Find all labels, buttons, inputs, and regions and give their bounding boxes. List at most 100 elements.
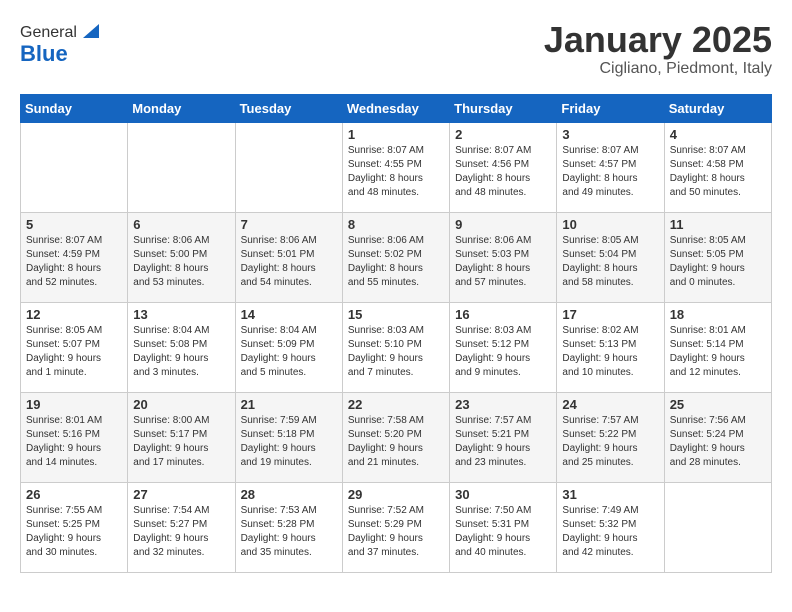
day-info: Sunrise: 8:03 AM Sunset: 5:10 PM Dayligh… — [348, 324, 444, 380]
day-info: Sunrise: 8:07 AM Sunset: 4:58 PM Dayligh… — [670, 144, 766, 200]
header-sunday: Sunday — [21, 94, 128, 122]
day-number: 16 — [455, 307, 551, 322]
calendar-cell: 6 Sunrise: 8:06 AM Sunset: 5:00 PM Daylig… — [128, 212, 235, 302]
day-number: 14 — [241, 307, 337, 322]
day-info: Sunrise: 7:56 AM Sunset: 5:24 PM Dayligh… — [670, 414, 766, 470]
day-number: 20 — [133, 397, 229, 412]
calendar-table: Sunday Monday Tuesday Wednesday Thursday… — [20, 94, 772, 573]
day-info: Sunrise: 7:57 AM Sunset: 5:21 PM Dayligh… — [455, 414, 551, 470]
day-info: Sunrise: 8:06 AM Sunset: 5:02 PM Dayligh… — [348, 234, 444, 290]
calendar-week-2: 12 Sunrise: 8:05 AM Sunset: 5:07 PM Dayli… — [21, 302, 772, 392]
calendar-cell — [664, 482, 771, 572]
calendar-cell: 18 Sunrise: 8:01 AM Sunset: 5:14 PM Dayli… — [664, 302, 771, 392]
day-number: 5 — [26, 217, 122, 232]
calendar-cell: 13 Sunrise: 8:04 AM Sunset: 5:08 PM Dayli… — [128, 302, 235, 392]
calendar-cell: 10 Sunrise: 8:05 AM Sunset: 5:04 PM Dayli… — [557, 212, 664, 302]
calendar-week-3: 19Sunrise: 8:01 AM Sunset: 5:16 PM Dayli… — [21, 392, 772, 482]
calendar-cell: 12 Sunrise: 8:05 AM Sunset: 5:07 PM Dayli… — [21, 302, 128, 392]
calendar-week-0: 1Sunrise: 8:07 AM Sunset: 4:55 PM Daylig… — [21, 122, 772, 212]
calendar-cell: 30 Sunrise: 7:50 AM Sunset: 5:31 PM Dayli… — [450, 482, 557, 572]
calendar-week-1: 5 Sunrise: 8:07 AM Sunset: 4:59 PM Daylig… — [21, 212, 772, 302]
day-number: 19 — [26, 397, 122, 412]
calendar-cell: 2Sunrise: 8:07 AM Sunset: 4:56 PM Daylig… — [450, 122, 557, 212]
day-info: Sunrise: 8:06 AM Sunset: 5:01 PM Dayligh… — [241, 234, 337, 290]
day-number: 27 — [133, 487, 229, 502]
day-number: 26 — [26, 487, 122, 502]
day-number: 8 — [348, 217, 444, 232]
day-number: 12 — [26, 307, 122, 322]
day-number: 18 — [670, 307, 766, 322]
calendar-cell: 3Sunrise: 8:07 AM Sunset: 4:57 PM Daylig… — [557, 122, 664, 212]
header-saturday: Saturday — [664, 94, 771, 122]
day-info: Sunrise: 7:49 AM Sunset: 5:32 PM Dayligh… — [562, 504, 658, 560]
header-wednesday: Wednesday — [342, 94, 449, 122]
day-number: 10 — [562, 217, 658, 232]
day-info: Sunrise: 7:52 AM Sunset: 5:29 PM Dayligh… — [348, 504, 444, 560]
title-block: January 2025 Cigliano, Piedmont, Italy — [544, 20, 772, 78]
calendar-cell: 17Sunrise: 8:02 AM Sunset: 5:13 PM Dayli… — [557, 302, 664, 392]
day-number: 15 — [348, 307, 444, 322]
page-header: General Blue January 2025 Cigliano, Pied… — [20, 20, 772, 78]
calendar-cell: 1Sunrise: 8:07 AM Sunset: 4:55 PM Daylig… — [342, 122, 449, 212]
day-info: Sunrise: 7:53 AM Sunset: 5:28 PM Dayligh… — [241, 504, 337, 560]
day-info: Sunrise: 8:07 AM Sunset: 4:59 PM Dayligh… — [26, 234, 122, 290]
day-info: Sunrise: 8:01 AM Sunset: 5:14 PM Dayligh… — [670, 324, 766, 380]
calendar-cell: 15 Sunrise: 8:03 AM Sunset: 5:10 PM Dayli… — [342, 302, 449, 392]
calendar-cell — [21, 122, 128, 212]
day-number: 1 — [348, 127, 444, 142]
calendar-cell: 24 Sunrise: 7:57 AM Sunset: 5:22 PM Dayli… — [557, 392, 664, 482]
day-info: Sunrise: 7:59 AM Sunset: 5:18 PM Dayligh… — [241, 414, 337, 470]
day-number: 11 — [670, 217, 766, 232]
calendar-cell: 27 Sunrise: 7:54 AM Sunset: 5:27 PM Dayli… — [128, 482, 235, 572]
day-info: Sunrise: 8:04 AM Sunset: 5:08 PM Dayligh… — [133, 324, 229, 380]
day-info: Sunrise: 7:54 AM Sunset: 5:27 PM Dayligh… — [133, 504, 229, 560]
calendar-header: Sunday Monday Tuesday Wednesday Thursday… — [21, 94, 772, 122]
day-info: Sunrise: 8:06 AM Sunset: 5:00 PM Dayligh… — [133, 234, 229, 290]
day-info: Sunrise: 7:50 AM Sunset: 5:31 PM Dayligh… — [455, 504, 551, 560]
day-info: Sunrise: 7:58 AM Sunset: 5:20 PM Dayligh… — [348, 414, 444, 470]
day-info: Sunrise: 7:57 AM Sunset: 5:22 PM Dayligh… — [562, 414, 658, 470]
header-monday: Monday — [128, 94, 235, 122]
day-info: Sunrise: 8:02 AM Sunset: 5:13 PM Dayligh… — [562, 324, 658, 380]
calendar-cell: 8 Sunrise: 8:06 AM Sunset: 5:02 PM Daylig… — [342, 212, 449, 302]
calendar-cell: 31 Sunrise: 7:49 AM Sunset: 5:32 PM Dayli… — [557, 482, 664, 572]
day-number: 9 — [455, 217, 551, 232]
day-info: Sunrise: 8:05 AM Sunset: 5:05 PM Dayligh… — [670, 234, 766, 290]
calendar-cell: 4Sunrise: 8:07 AM Sunset: 4:58 PM Daylig… — [664, 122, 771, 212]
day-info: Sunrise: 8:07 AM Sunset: 4:56 PM Dayligh… — [455, 144, 551, 200]
calendar-cell — [235, 122, 342, 212]
day-number: 3 — [562, 127, 658, 142]
location-subtitle: Cigliano, Piedmont, Italy — [544, 60, 772, 78]
day-number: 24 — [562, 397, 658, 412]
day-number: 7 — [241, 217, 337, 232]
logo-icon — [81, 20, 101, 40]
day-info: Sunrise: 8:00 AM Sunset: 5:17 PM Dayligh… — [133, 414, 229, 470]
calendar-cell: 7 Sunrise: 8:06 AM Sunset: 5:01 PM Daylig… — [235, 212, 342, 302]
logo: General Blue — [20, 20, 101, 67]
calendar-cell: 14 Sunrise: 8:04 AM Sunset: 5:09 PM Dayli… — [235, 302, 342, 392]
calendar-week-4: 26 Sunrise: 7:55 AM Sunset: 5:25 PM Dayli… — [21, 482, 772, 572]
calendar-cell: 26 Sunrise: 7:55 AM Sunset: 5:25 PM Dayli… — [21, 482, 128, 572]
calendar-body: 1Sunrise: 8:07 AM Sunset: 4:55 PM Daylig… — [21, 122, 772, 572]
calendar-cell: 21 Sunrise: 7:59 AM Sunset: 5:18 PM Dayli… — [235, 392, 342, 482]
day-number: 23 — [455, 397, 551, 412]
day-info: Sunrise: 8:03 AM Sunset: 5:12 PM Dayligh… — [455, 324, 551, 380]
day-info: Sunrise: 8:05 AM Sunset: 5:07 PM Dayligh… — [26, 324, 122, 380]
calendar-cell: 5 Sunrise: 8:07 AM Sunset: 4:59 PM Daylig… — [21, 212, 128, 302]
day-info: Sunrise: 8:04 AM Sunset: 5:09 PM Dayligh… — [241, 324, 337, 380]
calendar-cell: 19Sunrise: 8:01 AM Sunset: 5:16 PM Dayli… — [21, 392, 128, 482]
header-row: Sunday Monday Tuesday Wednesday Thursday… — [21, 94, 772, 122]
day-number: 13 — [133, 307, 229, 322]
logo-general-text: General — [20, 24, 77, 42]
day-number: 31 — [562, 487, 658, 502]
calendar-cell: 22Sunrise: 7:58 AM Sunset: 5:20 PM Dayli… — [342, 392, 449, 482]
day-number: 30 — [455, 487, 551, 502]
day-info: Sunrise: 8:05 AM Sunset: 5:04 PM Dayligh… — [562, 234, 658, 290]
header-tuesday: Tuesday — [235, 94, 342, 122]
day-number: 6 — [133, 217, 229, 232]
month-title: January 2025 — [544, 20, 772, 60]
day-number: 21 — [241, 397, 337, 412]
calendar-cell — [128, 122, 235, 212]
day-info: Sunrise: 7:55 AM Sunset: 5:25 PM Dayligh… — [26, 504, 122, 560]
calendar-cell: 25Sunrise: 7:56 AM Sunset: 5:24 PM Dayli… — [664, 392, 771, 482]
